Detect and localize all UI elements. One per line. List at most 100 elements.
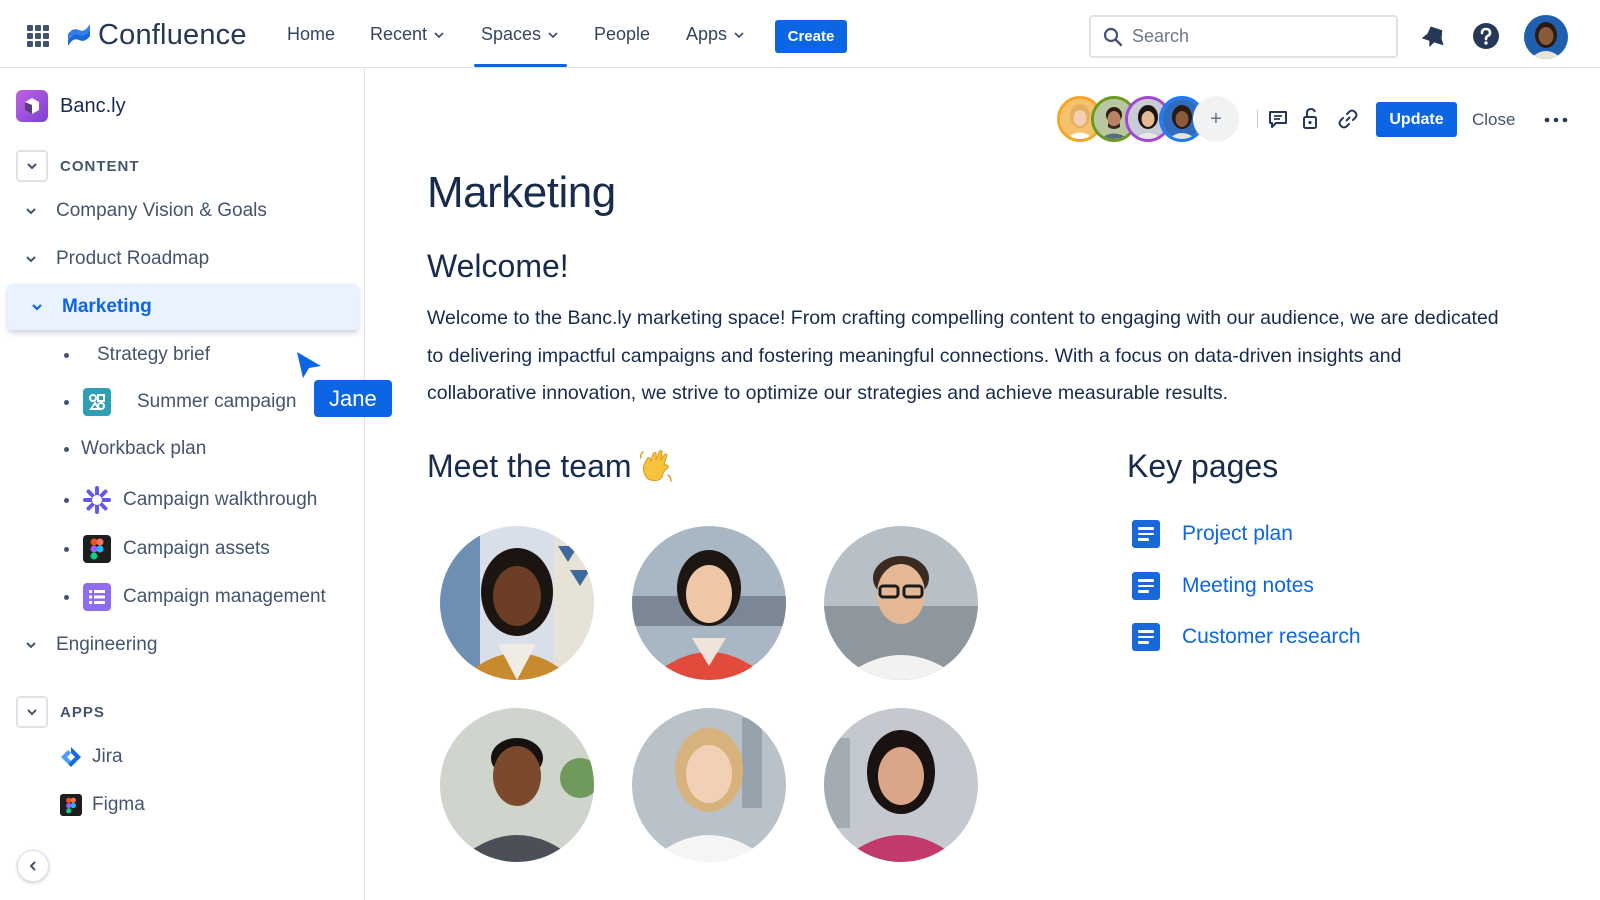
sidebar-item-product-roadmap[interactable]: Product Roadmap <box>24 248 209 270</box>
nav-apps-label: Apps <box>686 24 728 44</box>
bullet <box>64 446 69 452</box>
bullet <box>64 594 69 600</box>
search-icon <box>1103 27 1123 46</box>
restrictions-icon[interactable] <box>1300 107 1324 131</box>
search-box[interactable] <box>1089 15 1398 58</box>
chevron-down-icon[interactable] <box>24 252 38 266</box>
chevron-down-icon[interactable] <box>24 638 38 652</box>
copy-link-icon[interactable] <box>1336 107 1360 131</box>
sidebar-child-strategy-brief[interactable]: Strategy brief <box>64 344 210 366</box>
space-icon <box>16 90 48 122</box>
page-doc-icon <box>1132 520 1160 548</box>
sidebar-child-campaign-management[interactable]: Campaign management <box>64 583 326 611</box>
team-member-photo <box>440 708 594 862</box>
close-button[interactable]: Close <box>1472 102 1515 137</box>
space-name: Banc.ly <box>60 94 126 117</box>
sidebar-app-figma[interactable]: Figma <box>60 794 145 816</box>
collaborator-cursor-label: Jane <box>314 380 392 417</box>
key-page-link-customer-research[interactable]: Customer research <box>1132 623 1361 651</box>
sidebar-child-workback-plan[interactable]: Workback plan <box>64 438 206 460</box>
logo-text: Confluence <box>98 18 247 51</box>
nav-recent-label: Recent <box>370 24 428 44</box>
chevron-left-icon <box>29 861 36 871</box>
bullet <box>64 546 69 552</box>
sidebar-item-marketing[interactable]: Marketing <box>8 284 358 330</box>
team-member-photo <box>824 526 978 680</box>
sidebar-child-label: Workback plan <box>81 438 207 459</box>
bullet <box>64 399 69 405</box>
chevron-down-icon <box>434 31 444 38</box>
chevron-down-icon[interactable] <box>24 204 38 218</box>
key-page-label: Project plan <box>1182 522 1293 545</box>
chevron-down-icon <box>734 31 744 38</box>
sidebar-app-label: Figma <box>92 794 145 815</box>
collapse-sidebar-button[interactable] <box>17 850 49 882</box>
page-doc-icon <box>1132 623 1160 651</box>
content-section-header: CONTENT <box>16 150 140 182</box>
key-page-link-project-plan[interactable]: Project plan <box>1132 520 1293 548</box>
sidebar-item-label: Product Roadmap <box>56 248 210 269</box>
chevron-down-icon[interactable] <box>30 300 44 314</box>
nav-home[interactable]: Home <box>287 24 335 45</box>
nav-spaces[interactable]: Spaces <box>481 24 559 45</box>
figma-icon <box>83 535 111 563</box>
create-button[interactable]: Create <box>775 20 847 53</box>
team-member-photo <box>824 708 978 862</box>
welcome-heading: Welcome! <box>427 248 569 284</box>
figma-icon <box>60 794 82 816</box>
sidebar-child-campaign-assets[interactable]: Campaign assets <box>64 535 270 563</box>
chevron-down-icon <box>27 163 37 170</box>
bullet <box>64 497 69 503</box>
nav-home-label: Home <box>287 24 336 44</box>
user-avatar-image <box>1524 15 1568 59</box>
apps-grid-icon[interactable] <box>27 25 49 47</box>
collaborator-cursor-icon <box>297 352 321 378</box>
sidebar-item-label: Company Vision & Goals <box>56 200 267 221</box>
update-button[interactable]: Update <box>1376 102 1457 137</box>
confluence-logo[interactable]: Confluence <box>66 18 247 52</box>
sidebar-app-jira[interactable]: Jira <box>60 746 123 768</box>
jira-icon <box>61 747 81 767</box>
key-page-link-meeting-notes[interactable]: Meeting notes <box>1132 572 1314 600</box>
user-avatar[interactable] <box>1524 15 1568 59</box>
notifications-icon[interactable] <box>1420 22 1448 50</box>
toolbar-divider <box>1257 110 1258 128</box>
sidebar-item-engineering[interactable]: Engineering <box>24 634 157 656</box>
key-page-label: Customer research <box>1182 625 1361 648</box>
team-heading-text: Meet the team <box>427 448 632 484</box>
key-page-label: Meeting notes <box>1182 574 1314 597</box>
sidebar-item-company-vision[interactable]: Company Vision & Goals <box>24 200 267 222</box>
sidebar-child-campaign-walkthrough[interactable]: Campaign walkthrough <box>64 486 317 514</box>
sidebar-child-label: Strategy brief <box>97 344 210 365</box>
database-icon <box>83 583 111 611</box>
team-member-photo <box>440 526 594 680</box>
comment-icon[interactable] <box>1266 107 1290 131</box>
apps-section-label: APPS <box>60 703 105 721</box>
chevron-down-icon <box>548 31 558 38</box>
nav-recent[interactable]: Recent <box>370 24 445 45</box>
apps-collapse-toggle[interactable] <box>16 696 48 728</box>
page-title: Marketing <box>427 168 616 217</box>
space-header[interactable]: Banc.ly <box>16 90 126 122</box>
add-collaborator-icon[interactable]: + <box>1193 96 1239 142</box>
loom-icon <box>83 486 111 514</box>
help-icon[interactable] <box>1472 22 1500 50</box>
content-section-label: CONTENT <box>60 157 140 175</box>
nav-apps[interactable]: Apps <box>686 24 745 45</box>
sidebar-app-label: Jira <box>92 746 123 767</box>
nav-people[interactable]: People <box>594 24 650 45</box>
more-icon[interactable] <box>1543 108 1569 132</box>
apps-section-header: APPS <box>16 696 105 728</box>
search-input[interactable] <box>1132 26 1372 47</box>
nav-people-label: People <box>594 24 651 44</box>
content-collapse-toggle[interactable] <box>16 150 48 182</box>
sidebar-child-label: Campaign management <box>123 586 326 607</box>
sidebar-child-summer-campaign[interactable]: Summer campaign <box>64 388 296 416</box>
collaborator-avatars[interactable]: + <box>1057 96 1239 142</box>
team-member-photo <box>632 708 786 862</box>
sidebar-item-label: Marketing <box>62 296 152 317</box>
nav-spaces-label: Spaces <box>481 24 542 44</box>
confluence-logo-icon <box>68 24 90 46</box>
sidebar-item-label: Engineering <box>56 634 158 655</box>
sidebar-child-label: Campaign walkthrough <box>123 489 318 510</box>
